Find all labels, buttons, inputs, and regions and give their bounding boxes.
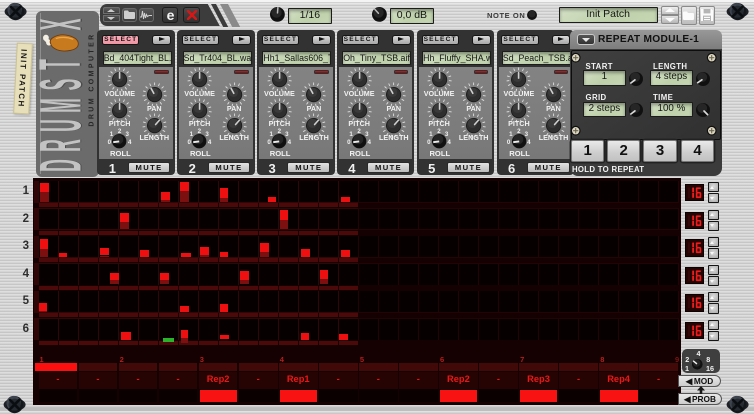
svg-text:e: e (166, 7, 174, 23)
